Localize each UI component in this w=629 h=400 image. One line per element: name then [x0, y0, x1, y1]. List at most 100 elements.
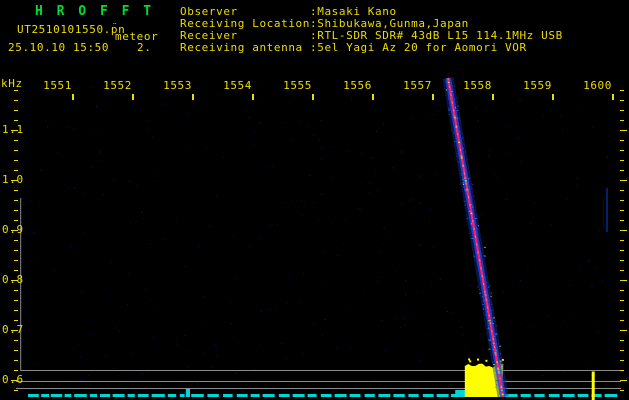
y-tick-left: [14, 210, 18, 211]
saturation-speckle: [469, 360, 472, 363]
y-tick-right: [620, 340, 624, 341]
noise-dot: [518, 137, 519, 139]
level-trace-segment: [393, 394, 405, 397]
y-tick-left: [14, 310, 18, 311]
noise-dot: [128, 100, 130, 101]
streak-core-dot: [464, 180, 467, 182]
streak-core-dot: [497, 367, 500, 369]
noise-dot: [313, 323, 315, 325]
noise-dot: [238, 127, 240, 129]
noise-dot: [528, 355, 530, 357]
y-tick-label: 0.8: [2, 273, 24, 286]
noise-dot: [248, 117, 250, 119]
noise-dot: [258, 345, 260, 347]
noise-dot: [73, 106, 75, 108]
noise-dot: [211, 367, 213, 368]
streak-speckle: [465, 151, 467, 153]
noise-dot: [483, 319, 485, 321]
noise-dot: [359, 207, 361, 209]
noise-dot: [103, 96, 105, 98]
level-trace-segment: [455, 390, 466, 397]
noise-dot: [276, 97, 278, 98]
noise-dot: [417, 290, 419, 292]
noise-dot: [68, 187, 70, 189]
y-tick-right: [620, 370, 624, 371]
noise-dot: [588, 260, 590, 262]
noise-dot: [573, 314, 575, 316]
level-trace-segment: [534, 394, 545, 397]
noise-dot: [310, 270, 312, 272]
noise-dot: [259, 334, 261, 336]
noise-dot: [532, 326, 534, 328]
noise-dot: [152, 136, 154, 138]
y-tick-right: [620, 210, 624, 211]
streak-speckle: [469, 189, 471, 191]
noise-dot: [591, 126, 593, 128]
streak-speckle: [477, 228, 479, 230]
noise-dot: [576, 177, 578, 179]
noise-dot: [115, 111, 117, 113]
noise-dot: [177, 344, 178, 346]
x-tick-label: 1553: [163, 79, 192, 92]
noise-dot: [184, 265, 186, 267]
noise-dot: [542, 375, 544, 377]
streak-speckle: [454, 85, 456, 87]
streak-core-dot: [501, 389, 503, 391]
streak-speckle: [477, 225, 479, 227]
spectrogram-plot: [11, 77, 627, 400]
noise-dot: [423, 175, 424, 177]
noise-dot: [258, 81, 260, 83]
noise-dot: [374, 173, 376, 174]
streak-speckle: [467, 178, 470, 180]
noise-dot: [507, 366, 509, 368]
noise-dot: [60, 155, 62, 157]
streak-speckle: [469, 233, 471, 235]
noise-dot: [303, 272, 305, 274]
noise-dot: [150, 243, 152, 245]
noise-dot: [369, 182, 371, 184]
noise-dot: [479, 356, 480, 357]
noise-dot: [113, 368, 115, 370]
noise-dot: [90, 132, 91, 134]
noise-dot: [254, 132, 256, 133]
noise-dot: [187, 366, 189, 368]
noise-dot: [601, 279, 603, 281]
noise-dot: [525, 271, 527, 273]
y-tick-left: [14, 200, 18, 201]
noise-dot: [612, 166, 614, 168]
streak-speckle: [463, 200, 466, 202]
noise-dot: [103, 205, 105, 207]
noise-dot: [219, 94, 221, 96]
noise-dot: [616, 229, 618, 231]
noise-dot: [36, 363, 38, 365]
streak-speckle: [499, 353, 502, 355]
noise-dot: [221, 327, 223, 329]
noise-dot: [214, 344, 216, 346]
streak-speckle: [465, 170, 467, 172]
noise-dot: [378, 277, 380, 279]
streak-speckle: [468, 177, 470, 179]
noise-dot: [55, 371, 57, 373]
streak-core-dot: [464, 177, 467, 179]
streak-speckle: [454, 107, 456, 109]
noise-dot: [206, 148, 208, 150]
noise-dot: [330, 145, 332, 147]
streak-core-dot: [466, 189, 469, 191]
noise-dot: [513, 333, 515, 335]
noise-dot: [153, 170, 155, 172]
noise-dot: [114, 327, 116, 329]
noise-dot: [534, 202, 536, 204]
noise-dot: [77, 241, 79, 243]
noise-dot: [253, 369, 255, 371]
y-tick-right: [620, 150, 624, 151]
noise-dot: [118, 330, 120, 332]
noise-dot: [383, 227, 385, 229]
y-tick-right: [620, 330, 627, 331]
noise-dot: [470, 259, 472, 261]
level-trace-segment: [364, 394, 375, 397]
noise-dot: [476, 164, 478, 166]
noise-dot: [331, 177, 333, 179]
noise-dot: [465, 348, 467, 350]
streak-speckle: [467, 158, 469, 160]
level-trace-segment: [137, 394, 149, 397]
